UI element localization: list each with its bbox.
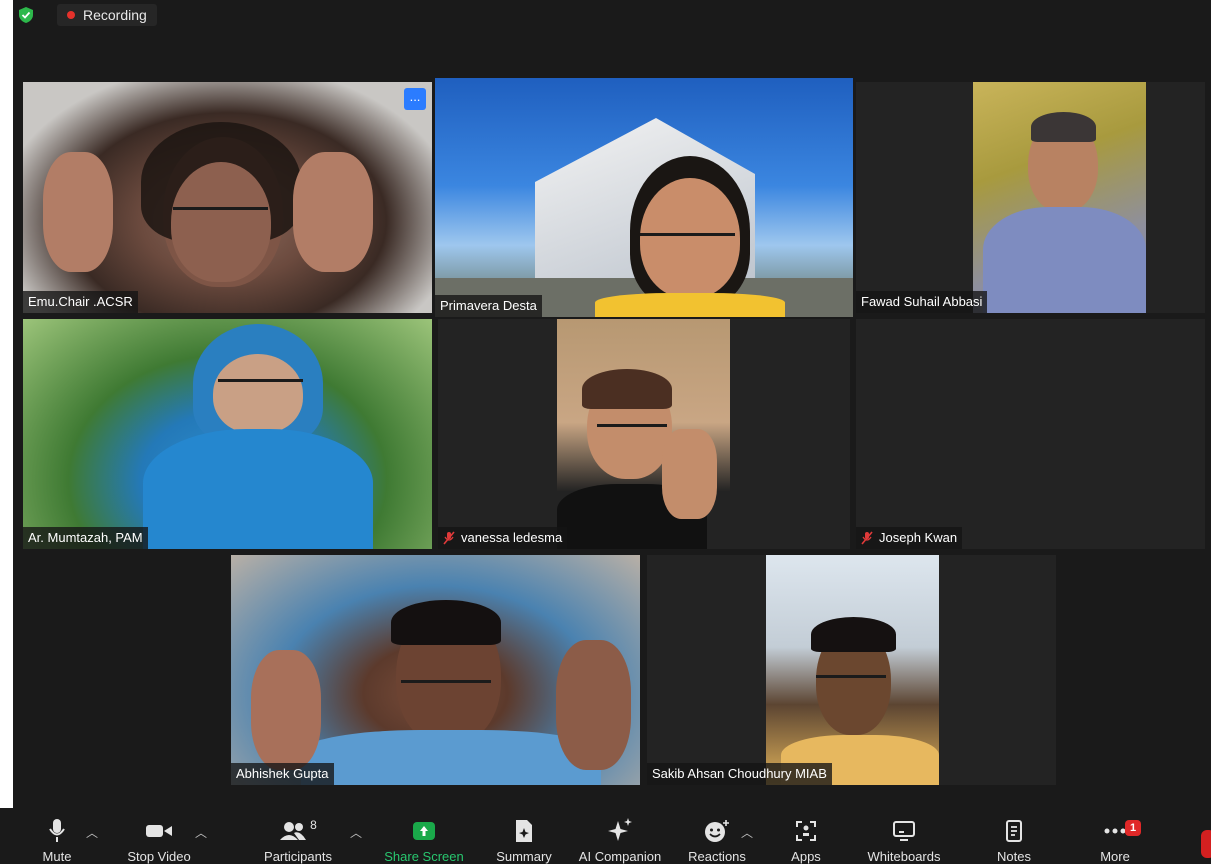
mic-muted-icon: [861, 531, 873, 545]
participant-video: [557, 319, 730, 549]
meeting-top-bar: Recording: [13, 0, 1211, 30]
summary-button[interactable]: Summary: [490, 808, 558, 864]
reactions-options-caret-icon[interactable]: ︿: [741, 824, 753, 841]
video-tile-emu[interactable]: ... Emu.Chair .ACSR: [23, 82, 432, 313]
summary-icon: [516, 819, 532, 842]
participant-name: Joseph Kwan: [879, 530, 958, 545]
participants-label: Participants: [264, 849, 332, 864]
mic-muted-icon: [443, 531, 455, 545]
ai-companion-label: AI Companion: [578, 849, 662, 864]
share-screen-label: Share Screen: [384, 849, 464, 864]
apps-label: Apps: [791, 849, 821, 864]
reactions-smiley-icon: [705, 819, 729, 842]
video-tile-joseph[interactable]: Joseph Kwan: [856, 319, 1205, 549]
recording-dot-icon: [67, 11, 75, 19]
participant-name: Primavera Desta: [440, 298, 537, 313]
notes-label: Notes: [997, 849, 1031, 864]
recording-label: Recording: [83, 7, 147, 23]
share-screen-icon: [413, 821, 435, 840]
video-tile-sakib[interactable]: Sakib Ahsan Choudhury MIAB: [647, 555, 1056, 785]
participants-button[interactable]: 8 Participants: [255, 808, 341, 864]
meeting-toolbar: Mute ︿ Stop Video ︿ 8 Participants ︿ Sha…: [0, 808, 1211, 864]
summary-label: Summary: [496, 849, 552, 864]
stop-video-label: Stop Video: [127, 849, 191, 864]
participant-name-tag: Primavera Desta: [435, 295, 542, 317]
video-tile-mumtazah[interactable]: Ar. Mumtazah, PAM: [23, 319, 432, 549]
participant-video: [23, 319, 432, 549]
video-tile-abhishek[interactable]: Abhishek Gupta: [231, 555, 640, 785]
participant-name-tag: Fawad Suhail Abbasi: [856, 291, 988, 313]
video-tile-vanessa[interactable]: vanessa ledesma: [438, 319, 850, 549]
apps-icon: [796, 820, 816, 841]
stop-video-button[interactable]: Stop Video: [120, 808, 198, 864]
zoom-meeting-window: Recording ... Emu.Chair .ACSR Primavera …: [0, 0, 1211, 864]
participant-name-tag: Ar. Mumtazah, PAM: [23, 527, 148, 549]
mute-button[interactable]: Mute: [30, 808, 84, 864]
participant-name-tag: vanessa ledesma: [438, 527, 568, 549]
reactions-label: Reactions: [688, 849, 746, 864]
whiteboards-button[interactable]: Whiteboards: [860, 808, 948, 864]
participant-name-tag: Emu.Chair .ACSR: [23, 291, 138, 313]
window-edge: [0, 0, 13, 864]
participants-count: 8: [310, 817, 317, 832]
audio-options-caret-icon[interactable]: ︿: [86, 824, 98, 841]
more-notification-badge: 1: [1125, 820, 1141, 836]
more-dots-icon: [1104, 828, 1126, 833]
participant-name: Abhishek Gupta: [236, 766, 329, 781]
recording-indicator[interactable]: Recording: [57, 4, 157, 26]
participant-video: [973, 82, 1146, 313]
video-tile-primavera[interactable]: Primavera Desta: [435, 78, 853, 317]
ai-companion-button[interactable]: AI Companion: [574, 808, 666, 864]
share-screen-button[interactable]: Share Screen: [380, 808, 468, 864]
more-label: More: [1100, 849, 1130, 864]
participant-video: [23, 82, 432, 313]
notes-icon: [1006, 819, 1022, 842]
participant-name-tag: Sakib Ahsan Choudhury MIAB: [647, 763, 832, 785]
participant-name: vanessa ledesma: [461, 530, 563, 545]
participant-video: [766, 555, 939, 785]
more-button[interactable]: 1 More: [1092, 808, 1141, 864]
participant-video: [435, 78, 853, 317]
video-options-caret-icon[interactable]: ︿: [195, 824, 207, 841]
security-shield-icon[interactable]: [19, 7, 33, 23]
end-meeting-button-edge[interactable]: [1201, 830, 1211, 858]
participant-name: Sakib Ahsan Choudhury MIAB: [652, 766, 827, 781]
video-tile-fawad[interactable]: Fawad Suhail Abbasi: [856, 82, 1205, 313]
participant-name-tag: Joseph Kwan: [856, 527, 963, 549]
whiteboards-label: Whiteboards: [867, 849, 941, 864]
tile-more-options-button[interactable]: ...: [404, 88, 426, 110]
notes-button[interactable]: Notes: [988, 808, 1040, 864]
participant-video: [231, 555, 640, 785]
whiteboard-icon: [893, 820, 915, 841]
participant-name: Emu.Chair .ACSR: [28, 294, 133, 309]
microphone-icon: [49, 818, 65, 842]
participant-name: Fawad Suhail Abbasi: [861, 294, 983, 309]
participants-icon: [280, 821, 307, 840]
participant-name-tag: Abhishek Gupta: [231, 763, 334, 785]
mute-label: Mute: [42, 849, 72, 864]
apps-button[interactable]: Apps: [782, 808, 830, 864]
ai-sparkle-icon: [608, 817, 632, 841]
participants-options-caret-icon[interactable]: ︿: [350, 824, 362, 841]
video-camera-icon: [146, 824, 172, 837]
participant-name: Ar. Mumtazah, PAM: [28, 530, 143, 545]
